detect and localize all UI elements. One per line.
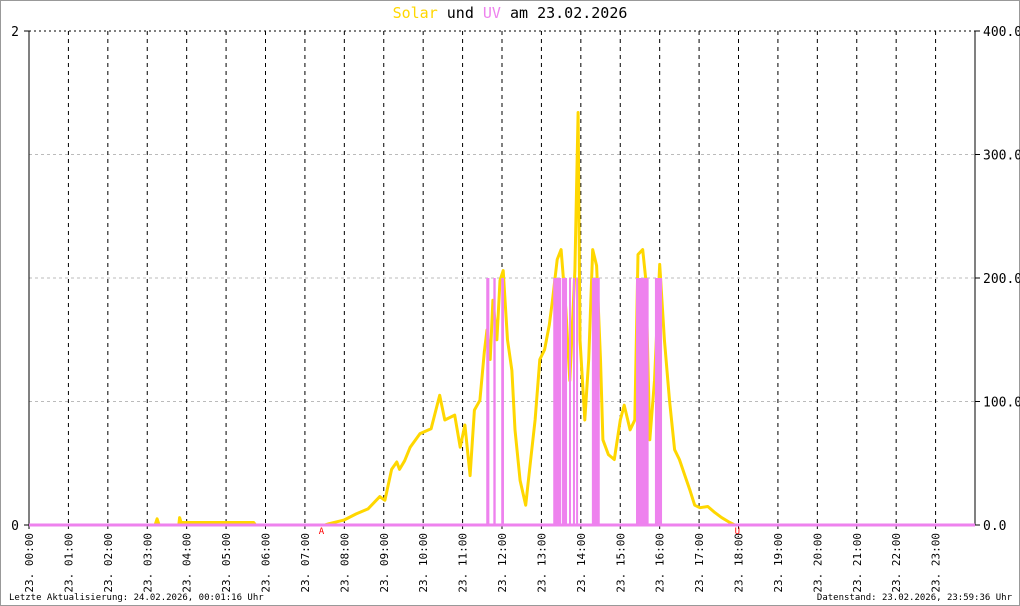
uv-bar: [576, 278, 579, 525]
x-tick-label: 23. 02:00: [102, 533, 115, 593]
uv-bar: [591, 278, 600, 525]
x-tick-label: 23. 12:00: [496, 533, 509, 593]
right-tick-label: 100.0: [983, 396, 1020, 411]
uv-bar: [654, 278, 663, 525]
x-tick-label: 23. 15:00: [614, 533, 627, 593]
sun-marker-u: U: [735, 527, 740, 537]
x-tick-label: 23. 08:00: [338, 533, 351, 593]
uv-bar: [561, 278, 568, 525]
x-tick-label: 23. 19:00: [772, 533, 785, 593]
data-timestamp: Datenstand: 23.02.2026, 23:59:36 Uhr: [816, 593, 1012, 603]
solar-uv-chart: 0.0 100.0 200.0 300.0 400.0 0 2 23. 00:00 23. 01…: [11, 25, 1020, 593]
left-tick-label: 0: [11, 519, 19, 534]
uv-bar: [486, 278, 490, 525]
x-tick-label: 23. 21:00: [851, 533, 864, 593]
x-tick-label: 23. 20:00: [811, 533, 824, 593]
right-tick-label: 300.0: [983, 149, 1020, 164]
x-tick-label: 23. 05:00: [220, 533, 233, 593]
x-tick-label: 23. 10:00: [417, 533, 430, 593]
left-tick-label: 2: [11, 25, 19, 40]
x-tick-label: 23. 06:00: [260, 533, 273, 593]
uv-bar: [636, 278, 649, 525]
x-tick-label: 23. 16:00: [654, 533, 667, 593]
x-tick-label: 23. 14:00: [575, 533, 588, 593]
uv-bar: [569, 278, 572, 525]
x-tick-label: 23. 04:00: [181, 533, 194, 593]
x-tick-label: 23. 18:00: [733, 533, 746, 593]
x-tick-label: 23. 01:00: [62, 533, 75, 593]
x-tick-label: 23. 11:00: [457, 533, 470, 593]
x-tick-label: 23. 09:00: [378, 533, 391, 593]
uv-bar: [553, 278, 562, 525]
x-tick-label: 23. 00:00: [23, 533, 36, 593]
x-tick-label: 23. 22:00: [890, 533, 903, 593]
uv-bar: [501, 278, 504, 525]
uv-bar: [572, 278, 575, 525]
right-tick-label: 200.0: [983, 272, 1020, 287]
right-tick-label: 0.0: [983, 519, 1006, 534]
sun-marker-a: A: [319, 527, 325, 537]
x-tick-label: 23. 17:00: [693, 533, 706, 593]
uv-bar: [493, 278, 496, 525]
x-tick-label: 23. 03:00: [141, 533, 154, 593]
x-tick-label: 23. 23:00: [930, 533, 943, 593]
last-update: Letzte Aktualisierung: 24.02.2026, 00:01…: [9, 593, 264, 603]
right-tick-label: 400.0: [983, 25, 1020, 40]
x-tick-label: 23. 07:00: [299, 533, 312, 593]
x-tick-label: 23. 13:00: [535, 533, 548, 593]
